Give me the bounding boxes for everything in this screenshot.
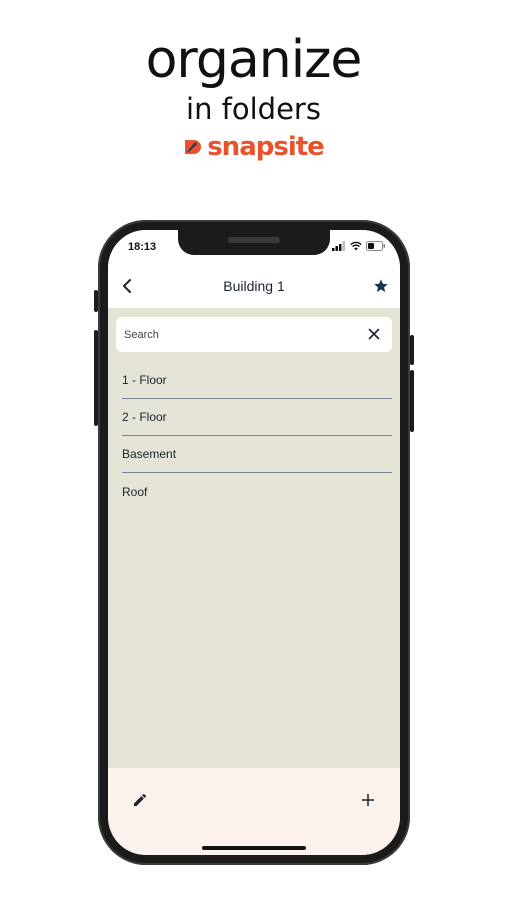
phone-speaker [228,237,280,243]
bottom-toolbar [108,768,400,855]
snapsite-logo-icon [185,140,202,154]
phone-volume-up-button [94,330,98,426]
status-icons [332,241,386,251]
favorite-button[interactable] [370,275,392,297]
close-icon [368,328,380,340]
folder-item-basement[interactable]: Basement [122,436,392,473]
brand-name: snapsite [207,132,325,162]
phone-side-button-lower [410,400,414,432]
folder-item-roof[interactable]: Roof [122,473,392,510]
wifi-icon [350,241,362,251]
phone-silent-switch [94,290,98,312]
phone-frame: 18:13 Building 1 Search 1 - Floor 2 - Fl… [94,220,414,865]
phone-screen: 18:13 Building 1 Search 1 - Floor 2 - Fl… [108,230,400,855]
search-input[interactable] [124,317,354,352]
home-indicator[interactable] [202,846,306,850]
star-icon [374,279,388,292]
phone-power-button [410,335,414,365]
add-folder-button[interactable] [358,790,378,810]
edit-button[interactable] [130,790,150,810]
navigation-bar: Building 1 [108,266,400,308]
folder-item-label: 1 - Floor [122,373,167,387]
folder-item-label: 2 - Floor [122,410,167,424]
plus-icon [361,793,375,807]
clear-search-button[interactable] [366,326,382,342]
cellular-signal-icon [332,241,345,251]
phone-notch [178,230,330,255]
pencil-icon [134,794,146,806]
battery-icon [366,241,385,251]
promo-subtitle: in folders [186,92,321,126]
search-bar [116,317,392,352]
page-title: Building 1 [223,278,285,294]
brand-logo-lockup: snapsite [0,131,507,163]
folder-item-1-floor[interactable]: 1 - Floor [122,362,392,399]
status-time: 18:13 [128,241,157,253]
folder-item-label: Roof [122,484,148,499]
folder-item-label: Basement [122,447,177,461]
folder-list: 1 - Floor 2 - Floor Basement Roof [122,362,392,510]
promo-title: organize [145,30,363,90]
folder-item-2-floor[interactable]: 2 - Floor [122,399,392,436]
